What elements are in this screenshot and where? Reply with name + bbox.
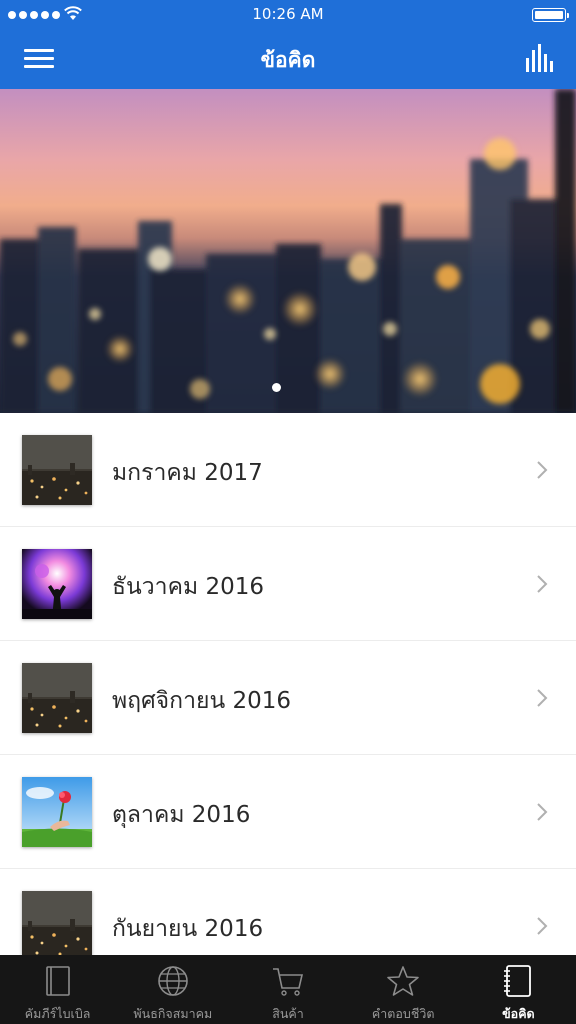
flower-in-hand-image xyxy=(22,777,92,847)
status-time: 10:26 AM xyxy=(252,5,324,23)
page-title: ข้อคิด xyxy=(260,48,316,72)
tab-bar: คัมภีร์ไบเบิล พันธกิจสมาคม สินค้า คำตอบช… xyxy=(0,955,576,1024)
city-lights-image xyxy=(22,435,92,505)
worship-concert-image xyxy=(22,549,92,619)
tab-label: พันธกิจสมาคม xyxy=(133,1006,213,1021)
list-item[interactable]: ตุลาคม 2016 xyxy=(0,755,576,869)
tab-bible[interactable]: คัมภีร์ไบเบิล xyxy=(0,955,115,1024)
chevron-right-icon xyxy=(537,917,548,935)
chevron-right-icon xyxy=(537,689,548,707)
chevron-right-icon xyxy=(537,575,548,593)
bar-chart-icon[interactable] xyxy=(526,44,553,72)
cart-icon xyxy=(273,968,304,996)
chevron-right-icon xyxy=(537,461,548,479)
tab-life-answers[interactable]: คำตอบชีวิต xyxy=(346,955,461,1024)
list-item[interactable]: มกราคม 2017 xyxy=(0,413,576,527)
list-item[interactable]: ธันวาคม 2016 xyxy=(0,527,576,641)
list-item[interactable]: กันยายน 2016 xyxy=(0,869,576,955)
list-item-label: มกราคม 2017 xyxy=(112,460,263,486)
tab-label: ข้อคิด xyxy=(502,1006,535,1021)
tab-label: คัมภีร์ไบเบิล xyxy=(24,1006,91,1021)
month-list: มกราคม 2017 ธันวาคม 2016 พฤศจิกายน 2016 … xyxy=(0,413,576,955)
city-lights-image xyxy=(22,663,92,733)
hero-banner-city-image[interactable] xyxy=(0,89,576,413)
book-icon xyxy=(45,966,70,996)
star-icon xyxy=(387,966,420,996)
list-item-label: ธันวาคม 2016 xyxy=(112,574,264,600)
city-lights-image xyxy=(22,891,92,955)
notebook-icon xyxy=(504,965,532,997)
tab-label: คำตอบชีวิต xyxy=(371,1006,435,1021)
carousel-page-indicator[interactable] xyxy=(272,383,281,392)
chevron-right-icon xyxy=(537,803,548,821)
tab-label: สินค้า xyxy=(272,1006,304,1021)
navigation-bar: ข้อคิด xyxy=(0,30,576,89)
list-item[interactable]: พฤศจิกายน 2016 xyxy=(0,641,576,755)
list-item-label: พฤศจิกายน 2016 xyxy=(112,688,292,714)
status-bar: 10:26 AM xyxy=(0,0,576,30)
tab-products[interactable]: สินค้า xyxy=(230,955,345,1024)
tab-ministry[interactable]: พันธกิจสมาคม xyxy=(115,955,230,1024)
list-item-label: ตุลาคม 2016 xyxy=(112,802,251,828)
tab-reflections[interactable]: ข้อคิด xyxy=(461,955,576,1024)
battery-icon xyxy=(532,8,569,22)
globe-icon xyxy=(157,966,188,996)
list-item-label: กันยายน 2016 xyxy=(112,916,264,942)
